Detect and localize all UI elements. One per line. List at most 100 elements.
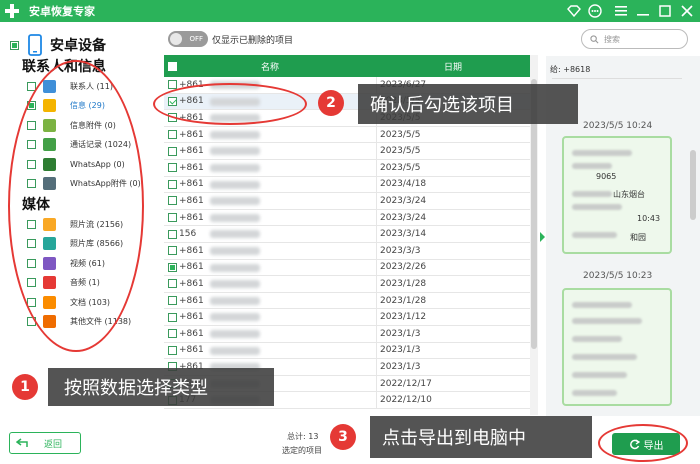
bubble1-number: 9065 [596,172,617,181]
filter-label: 仅显示已删除的项目 [212,36,294,46]
column-separator [376,226,377,242]
row-date: 2022/12/10 [380,395,432,406]
table-row[interactable]: +861 2023/1/3 [164,342,530,360]
column-separator [376,342,377,359]
row-checkbox[interactable] [168,229,177,239]
row-checkbox[interactable] [168,312,177,322]
column-separator [376,292,377,309]
callout-3-badge: 3 [330,424,356,450]
row-checkbox[interactable] [168,329,177,339]
row-phone-number: +861 [179,162,204,173]
back-button[interactable]: 返回 [9,432,81,454]
selected-count: 选定的项目 [282,446,322,455]
table-row[interactable]: 156 2023/3/14 [164,226,530,243]
table-row[interactable]: +861 2023/3/3 [164,243,530,260]
close-icon[interactable] [676,0,698,22]
diamond-icon[interactable] [563,0,585,22]
table-header: 名称 日期 [164,55,530,77]
annotation-ellipse-export [598,424,688,462]
search-placeholder: 搜索 [604,34,620,44]
menu-icon[interactable] [610,0,632,22]
callout-2-badge: 2 [318,90,344,116]
preview-collapse-arrow-icon[interactable] [540,232,545,242]
chat-icon[interactable] [584,0,606,22]
row-date: 2023/3/14 [380,229,427,240]
search-input[interactable]: 搜索 [581,29,688,49]
row-phone-number: +861 [179,146,204,157]
row-blurred-content [210,280,260,289]
annotation-ellipse-sidebar [8,60,144,352]
table-row[interactable]: +861 2023/1/28 [164,292,530,310]
row-blurred-content [210,330,260,338]
row-phone-number: +861 [179,212,204,223]
row-checkbox[interactable] [168,262,177,272]
row-date: 2023/1/3 [380,345,421,356]
maximize-icon[interactable] [654,0,676,22]
table-row[interactable]: +861 2023/4/18 [164,176,530,194]
preview-scrollbar[interactable] [690,150,696,220]
row-phone-number: +861 [179,129,204,140]
column-separator [376,160,377,176]
table-row[interactable]: +861 2023/5/5 [164,143,530,160]
row-blurred-content [210,147,260,156]
table-row[interactable]: +861 2023/2/26 [164,259,530,277]
back-button-label: 返回 [44,439,63,450]
bubble1-location: 山东烟台 [613,190,645,199]
row-checkbox[interactable] [168,213,177,223]
row-checkbox[interactable] [168,279,177,289]
column-separator [376,193,377,209]
callout-2: 确认后勾选该项目 [358,84,578,124]
row-phone-number: +861 [179,179,204,190]
row-phone-number: +861 [179,245,204,256]
row-phone-number: 156 [179,229,197,240]
row-checkbox[interactable] [168,130,177,140]
table-row[interactable]: +861 2023/5/5 [164,160,530,177]
row-checkbox[interactable] [168,179,177,189]
row-date: 2023/1/3 [380,328,421,339]
total-count: 总计: 13 [287,432,319,441]
minimize-icon[interactable] [632,0,654,22]
row-date: 2023/5/5 [380,162,421,173]
column-separator [376,276,377,292]
row-checkbox[interactable] [168,163,177,173]
callout-3: 点击导出到电脑中 [370,416,592,458]
preview-divider [552,78,682,79]
preview-timestamp-1: 2023/5/5 10:24 [583,121,653,131]
table-row[interactable]: +861 2023/3/24 [164,209,530,227]
column-date-header[interactable]: 日期 [444,60,462,73]
table-row[interactable]: +861 2023/1/28 [164,276,530,293]
back-arrow-icon [16,438,28,447]
device-checkbox[interactable] [10,40,19,50]
column-separator [376,259,377,276]
table-row[interactable]: +861 2023/1/3 [164,326,530,343]
table-row[interactable]: +861 2023/5/5 [164,126,530,144]
row-blurred-content [210,346,260,355]
column-separator [376,392,377,408]
column-separator [376,126,377,143]
select-all-checkbox[interactable] [168,61,177,71]
row-blurred-content [210,313,260,322]
app-title: 安卓恢复专家 [29,5,95,18]
row-checkbox[interactable] [168,345,177,355]
callout-2-text: 确认后勾选该项目 [370,95,514,116]
column-name-header[interactable]: 名称 [261,60,279,73]
row-checkbox[interactable] [168,296,177,306]
device-row[interactable]: 安卓设备 [10,34,106,56]
row-checkbox[interactable] [168,246,177,256]
row-checkbox[interactable] [168,146,177,156]
row-blurred-content [210,263,260,272]
table-row[interactable]: +861 2023/3/24 [164,193,530,210]
column-separator [376,243,377,259]
deleted-only-toggle[interactable]: OFF [168,31,208,47]
row-date: 2023/3/24 [380,212,427,223]
preview-timestamp-2: 2023/5/5 10:23 [583,271,653,281]
table-row[interactable]: +861 2023/1/12 [164,309,530,326]
column-separator [376,326,377,342]
row-blurred-content [210,213,260,222]
row-checkbox[interactable] [168,196,177,206]
row-phone-number: +861 [179,278,204,289]
row-date: 2022/12/17 [380,378,432,389]
row-blurred-content [210,296,260,305]
callout-3-text: 点击导出到电脑中 [382,428,526,449]
device-label: 安卓设备 [50,38,106,54]
